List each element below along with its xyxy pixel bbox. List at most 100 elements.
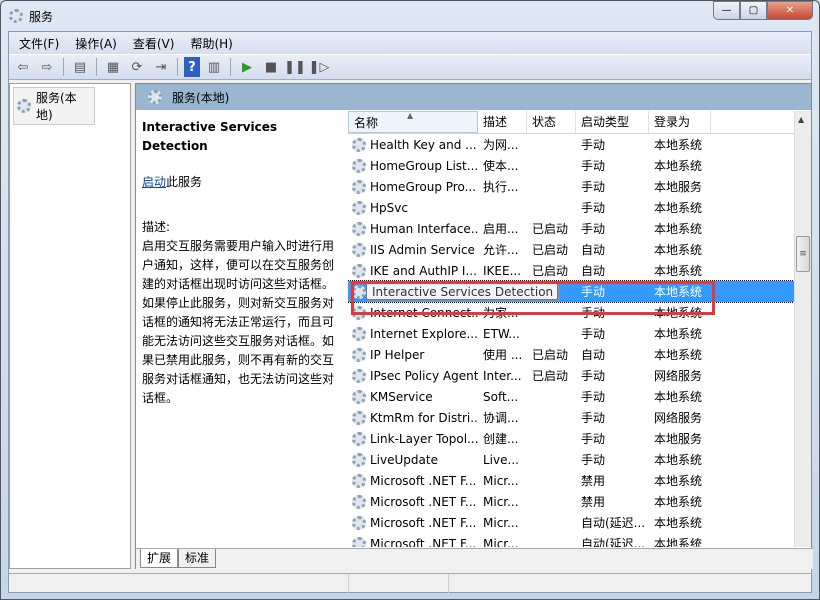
close-button[interactable]: ✕ [767,1,813,20]
back-arrow-icon[interactable]: ⇦ [13,57,33,77]
start-service-link[interactable]: 启动 [142,175,166,189]
refresh-icon[interactable]: ⟳ [127,57,147,77]
service-name: HomeGroup Pro... [348,179,478,194]
description-line: 话框。 [142,391,179,405]
service-logon: 本地系统 [654,495,703,509]
menu-action[interactable]: 操作(A) [75,35,117,52]
service-description: 使本... [483,159,519,173]
service-startup-type: 自动 [581,348,606,362]
list-header: 名称 ▲ 描述 状态 启动类型 登录为 [348,111,794,134]
service-row[interactable]: HpSvc 手动 本地系统 [348,197,794,218]
tab-extended[interactable]: 扩展 [140,549,179,568]
service-row[interactable]: KMService Soft... 手动 本地系统 [348,386,794,407]
help-icon[interactable]: ? [184,57,200,77]
start-service-icon[interactable]: ▶ [237,57,257,77]
service-gear-icon [352,263,366,278]
toolbar-separator [177,58,178,76]
service-row[interactable]: HomeGroup List... 使本... 手动 本地系统 [348,155,794,176]
show-hide-console-tree-icon[interactable]: ▤ [70,57,90,77]
service-gear-icon [352,158,366,173]
stop-service-icon[interactable]: ■ [261,57,281,77]
service-name: Microsoft .NET F... [348,515,478,530]
service-description: 允许... [483,243,519,257]
service-startup-type: 自动 [581,243,606,257]
menu-help[interactable]: 帮助(H) [190,35,232,52]
service-logon: 本地系统 [654,327,703,341]
service-row[interactable]: HomeGroup Pro... 执行... 手动 本地服务 [348,176,794,197]
column-log-on-as[interactable]: 登录为 [649,111,711,133]
service-description: IKEE... [483,263,522,278]
service-description: Micr... [483,515,519,530]
service-logon: 网络服务 [654,411,703,425]
service-row[interactable]: Microsoft .NET F... Micr... 禁用 本地系统 [348,491,794,512]
tree-item-services-local[interactable]: 服务(本地) [13,87,95,125]
service-gear-icon [352,347,366,362]
service-gear-icon [352,221,366,236]
service-row[interactable]: KtmRm for Distri... 协调... 手动 网络服务 [348,407,794,428]
service-logon: 本地系统 [654,201,703,215]
service-row[interactable]: LiveUpdate Live... 手动 本地系统 [348,449,794,470]
service-row[interactable]: Internet Explore... ETW... 手动 本地系统 [348,323,794,344]
service-name-text: HpSvc [370,200,408,215]
scrollbar-thumb[interactable]: ≡ [796,236,810,272]
service-gear-icon [352,368,366,383]
service-row[interactable]: Microsoft .NET F... Micr... 自动(延迟... 本地系统 [348,533,794,547]
column-description[interactable]: 描述 [478,111,527,133]
service-name-text: HomeGroup List... [370,158,478,173]
menu-bar: 文件(F) 操作(A) 查看(V) 帮助(H) [9,32,811,54]
service-startup-type: 手动 [581,369,606,383]
service-row[interactable]: IP Helper 使用 ... 已启动 自动 本地系统 [348,344,794,365]
service-startup-type: 手动 [581,390,606,404]
column-startup-type[interactable]: 启动类型 [576,111,649,133]
status-bar [9,573,811,593]
service-row[interactable]: Health Key and ... 为网... 手动 本地系统 [348,134,794,155]
service-logon: 本地系统 [654,159,703,173]
service-name: HomeGroup List... [348,158,478,173]
service-startup-type: 自动 [581,264,606,278]
maximize-button[interactable]: ▢ [740,1,767,20]
service-gear-icon [352,473,366,488]
service-row[interactable]: IIS Admin Service 允许... 已启动 自动 本地系统 [348,239,794,260]
service-row[interactable]: Microsoft .NET F... Micr... 禁用 本地系统 [348,470,794,491]
service-logon: 本地系统 [654,537,703,547]
service-name: IIS Admin Service [348,242,478,257]
minimize-button[interactable]: — [713,1,740,20]
service-gear-icon [352,410,366,425]
service-row[interactable]: Microsoft .NET F... Micr... 自动(延迟... 本地系统 [348,512,794,533]
service-row[interactable]: Link-Layer Topol... 创建... 手动 本地服务 [348,428,794,449]
service-startup-type: 手动 [581,411,606,425]
service-name: Microsoft .NET F... [348,536,478,547]
pause-service-icon[interactable]: ❚❚ [284,57,306,77]
export-list-icon[interactable]: ⇥ [151,57,171,77]
service-gear-icon [352,452,366,467]
service-status: 已启动 [532,243,569,257]
service-name: KMService [348,389,478,404]
tree-item-label: 服务(本地) [36,91,77,122]
properties-icon[interactable]: ▦ [103,57,123,77]
restart-service-icon[interactable]: ❚▷ [309,57,330,77]
service-row[interactable]: IPsec Policy Agent Inter... 已启动 手动 网络服务 [348,365,794,386]
vertical-scrollbar[interactable]: ▲ ≡ [794,111,811,547]
service-row[interactable]: Human Interface... 启用... 已启动 手动 本地系统 [348,218,794,239]
menu-file[interactable]: 文件(F) [19,35,59,52]
toolbar-separator [63,58,64,76]
service-description: Micr... [483,536,519,548]
forward-arrow-icon[interactable]: ⇨ [37,57,57,77]
tab-standard[interactable]: 标准 [178,549,217,568]
menu-view[interactable]: 查看(V) [133,35,175,52]
service-name-text: Microsoft .NET F... [370,473,477,488]
column-status[interactable]: 状态 [527,111,576,133]
service-status: 已启动 [532,369,569,383]
service-logon: 本地系统 [654,390,703,404]
service-name: Internet Explore... [348,326,478,341]
column-name[interactable]: 名称 ▲ [348,111,478,133]
service-gear-icon [352,494,366,509]
service-name: Link-Layer Topol... [348,431,478,446]
service-startup-type: 手动 [581,222,606,236]
show-action-pane-icon[interactable]: ▥ [204,57,224,77]
service-startup-type: 手动 [581,432,606,446]
service-row[interactable]: IKE and AuthIP I... IKEE... 已启动 自动 本地系统 [348,260,794,281]
service-startup-type: 手动 [581,201,606,215]
scroll-up-icon[interactable]: ▲ [798,115,804,124]
description-line: 如果停止此服务，则对新交互服务对 [142,296,335,310]
